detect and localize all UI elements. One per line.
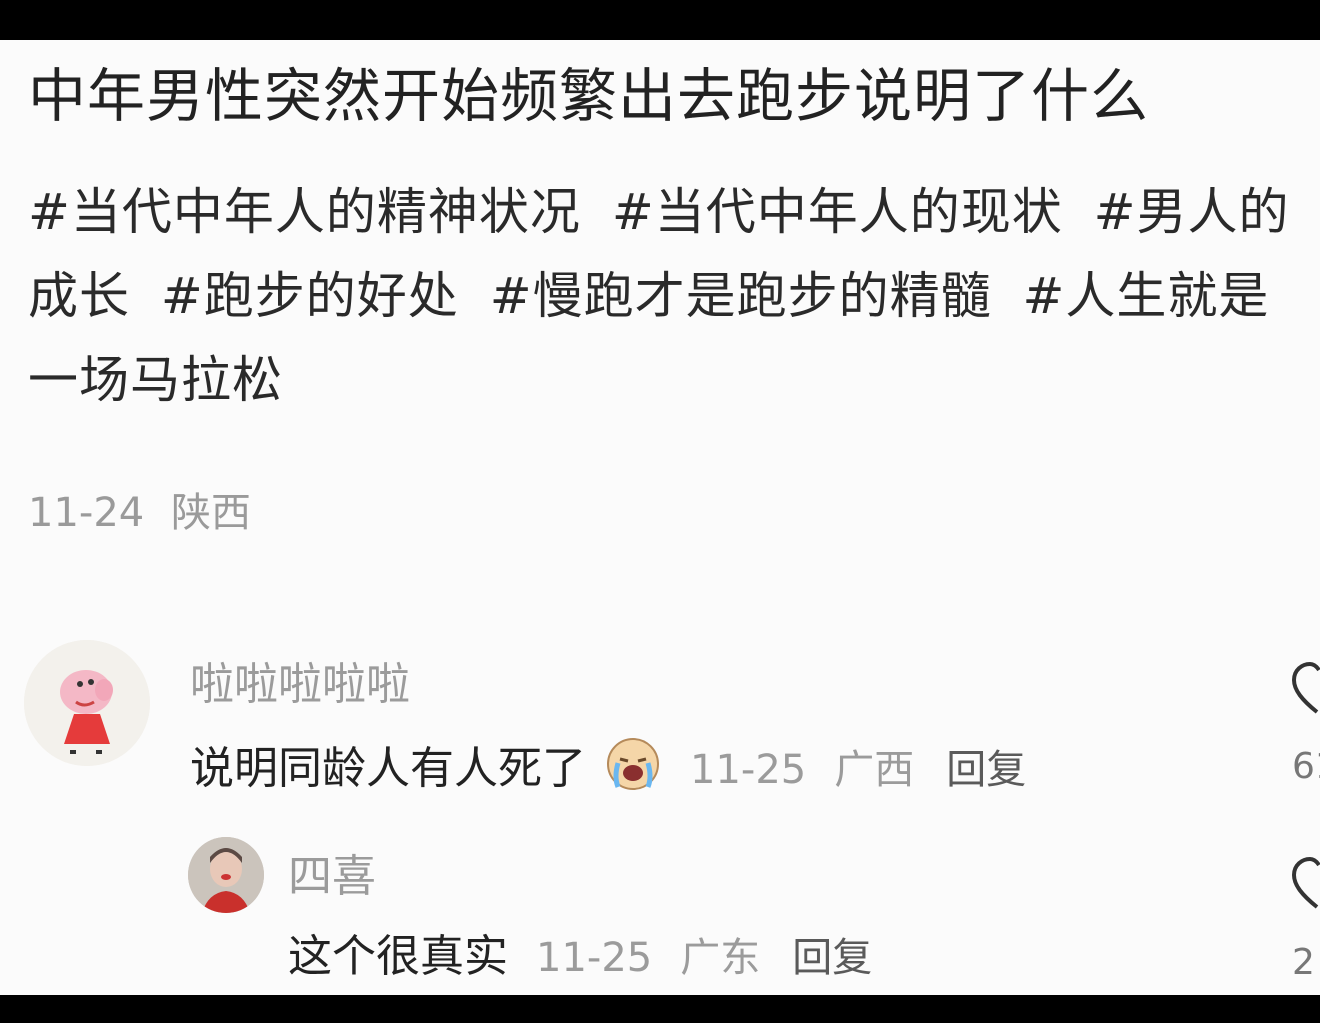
like-count: 61 xyxy=(1292,746,1320,787)
like-count: 2 xyxy=(1292,942,1315,983)
photo-avatar-icon xyxy=(188,837,264,913)
post-title: 中年男性突然开始频繁出去跑步说明了什么 xyxy=(28,62,1150,130)
heart-outline-icon[interactable] xyxy=(1292,855,1320,913)
hashtag[interactable]: #慢跑才是跑步的精髓 xyxy=(490,267,992,325)
hashtag[interactable]: #当代中年人的精神状况 xyxy=(28,183,581,241)
comment-date: 11-25 xyxy=(690,747,807,793)
comment-location: 广东 xyxy=(680,935,761,981)
comment-username[interactable]: 四喜 xyxy=(288,840,376,904)
post-meta: 11-24 陕西 xyxy=(28,480,251,538)
hashtag[interactable]: #当代中年人的现状 xyxy=(612,183,1063,241)
comment: 这个很真实 11-25 广东 回复 xyxy=(288,920,872,984)
comment-text: 这个很真实 xyxy=(288,931,508,982)
comment-date: 11-25 xyxy=(536,935,653,981)
crying-face-emoji-icon xyxy=(607,738,659,790)
avatar[interactable] xyxy=(24,640,150,766)
reply-button[interactable]: 回复 xyxy=(792,935,872,981)
hashtag[interactable]: #跑步的好处 xyxy=(161,267,459,325)
reply-button[interactable]: 回复 xyxy=(946,747,1026,793)
comment-location: 广西 xyxy=(834,747,915,793)
comment-text: 说明同龄人有人死了 xyxy=(190,743,586,794)
post-screenshot: 中年男性突然开始频繁出去跑步说明了什么 #当代中年人的精神状况 #当代中年人的现… xyxy=(0,40,1320,995)
post-date: 11-24 xyxy=(28,490,145,536)
cartoon-pig-avatar-icon xyxy=(24,640,150,766)
comment-username[interactable]: 啦啦啦啦啦 xyxy=(190,648,410,712)
hashtag-list: #当代中年人的精神状况 #当代中年人的现状 #男人的成长 #跑步的好处 #慢跑才… xyxy=(28,170,1318,422)
comment: 说明同龄人有人死了 11-25 广西 回复 xyxy=(190,732,1026,796)
avatar[interactable] xyxy=(188,837,264,913)
post-location: 陕西 xyxy=(170,490,251,536)
heart-outline-icon[interactable] xyxy=(1292,660,1320,718)
